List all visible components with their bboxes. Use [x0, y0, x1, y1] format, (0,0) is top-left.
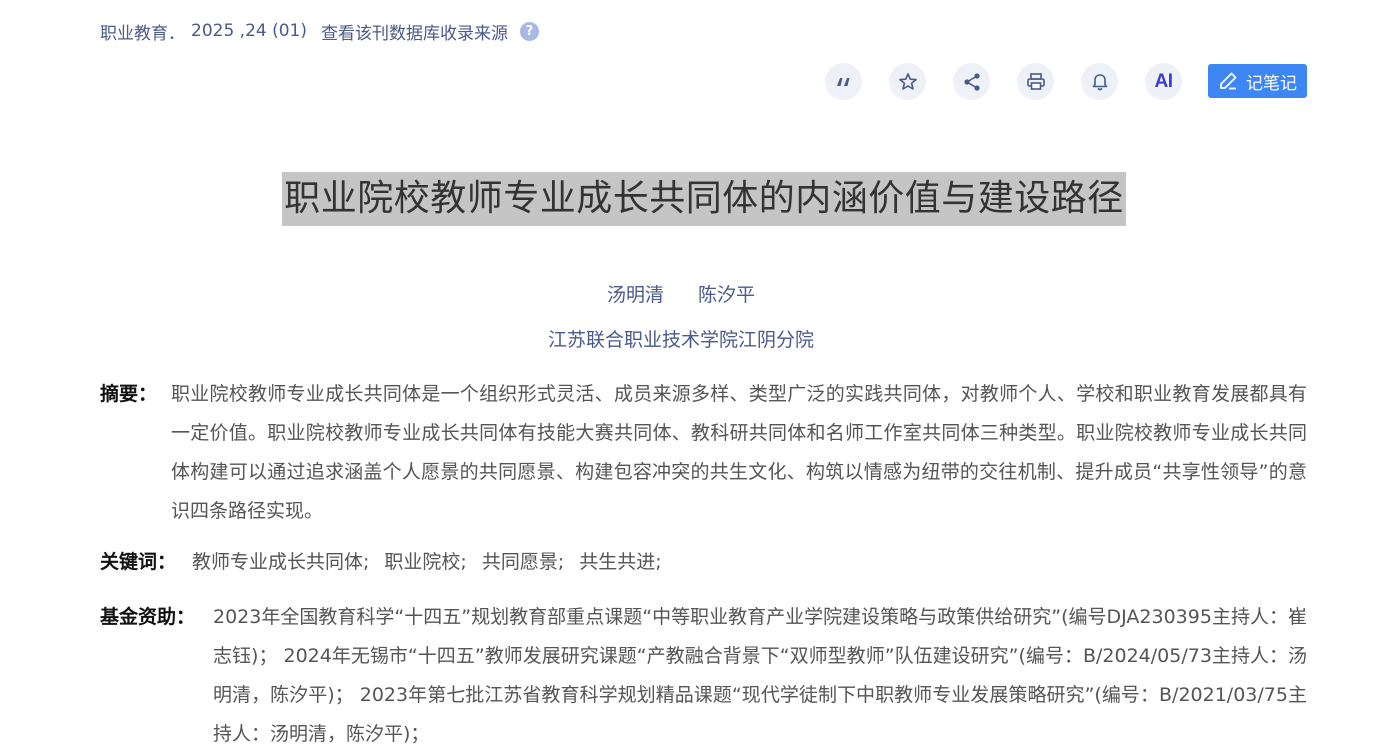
take-notes-button[interactable]: 记笔记 [1208, 64, 1307, 98]
abstract-label: 摘要： [100, 383, 158, 405]
journal-link[interactable]: 职业教育． [100, 19, 185, 44]
author-link[interactable]: 陈汐平 [698, 284, 755, 306]
fund-label: 基金资助： [100, 606, 196, 628]
issue-link[interactable]: 2025 ,24 (01) [191, 21, 307, 41]
keyword-link[interactable]: 共同愿景; [482, 545, 564, 580]
source-line: 职业教育． 2025 ,24 (01) 查看该刊数据库收录来源 ? [100, 19, 540, 44]
print-icon[interactable] [1017, 63, 1054, 100]
author-link[interactable]: 汤明清 [607, 284, 664, 306]
article-toolbar: AI [825, 63, 1209, 100]
keyword-link[interactable]: 共生共进; [579, 545, 661, 580]
keyword-link[interactable]: 职业院校; [384, 545, 466, 580]
keywords-section: 关键词： 教师专业成长共同体; 职业院校; 共同愿景; 共生共进; [100, 545, 1312, 580]
ai-icon[interactable]: AI [1145, 63, 1182, 100]
bell-icon[interactable] [1081, 63, 1118, 100]
abstract-text: 职业院校教师专业成长共同体是一个组织形式灵活、成员来源多样、类型广泛的实践共同体… [171, 383, 1307, 522]
keywords-label: 关键词： [100, 551, 177, 573]
keyword-link[interactable]: 教师专业成长共同体; [192, 545, 369, 580]
title-wrapper: 职业院校教师专业成长共同体的内涵价值与建设路径 [0, 172, 1386, 226]
take-notes-label: 记笔记 [1246, 73, 1297, 94]
pencil-icon [1220, 72, 1237, 90]
author-list: 汤明清 陈汐平 [0, 280, 1362, 307]
star-icon[interactable] [889, 63, 926, 100]
help-icon[interactable]: ? [520, 21, 540, 41]
database-source-link[interactable]: 查看该刊数据库收录来源 [321, 19, 508, 44]
quote-icon[interactable] [825, 63, 862, 100]
fund-section: 基金资助： 2023年全国教育科学“十四五”规划教育部重点课题“中等职业教育产业… [100, 598, 1312, 754]
fund-text: 2023年全国教育科学“十四五”规划教育部重点课题“中等职业教育产业学院建设策略… [213, 606, 1307, 745]
share-icon[interactable] [953, 63, 990, 100]
abstract-section: 摘要： 职业院校教师专业成长共同体是一个组织形式灵活、成员来源多样、类型广泛的实… [100, 375, 1312, 531]
article-title: 职业院校教师专业成长共同体的内涵价值与建设路径 [282, 172, 1126, 226]
affiliation-link[interactable]: 江苏联合职业技术学院江阴分院 [0, 325, 1362, 352]
